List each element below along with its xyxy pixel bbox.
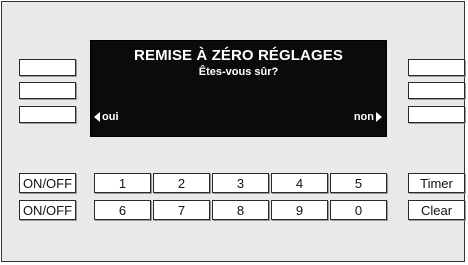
onoff-button-1[interactable]: ON/OFF: [19, 173, 76, 193]
timer-button[interactable]: Timer: [408, 173, 465, 193]
onoff-button-2[interactable]: ON/OFF: [19, 200, 76, 220]
left-soft-key-2[interactable]: [19, 82, 76, 99]
right-soft-key-2[interactable]: [408, 82, 465, 99]
left-soft-key-3[interactable]: [19, 106, 76, 123]
display-title: REMISE À ZÉRO RÉGLAGES: [134, 47, 343, 64]
display-subtitle: Êtes-vous sûr?: [198, 66, 279, 78]
soft-option-yes: oui: [94, 111, 119, 123]
triangle-right-icon: [376, 112, 382, 122]
left-soft-key-1[interactable]: [19, 59, 76, 76]
soft-option-no-label: non: [353, 111, 374, 123]
right-soft-key-1[interactable]: [408, 59, 465, 76]
key-5[interactable]: 5: [330, 173, 387, 193]
key-6[interactable]: 6: [94, 200, 151, 220]
key-3[interactable]: 3: [212, 173, 269, 193]
clear-button[interactable]: Clear: [408, 200, 465, 220]
soft-option-yes-label: oui: [102, 111, 119, 123]
display-screen: REMISE À ZÉRO RÉGLAGES Êtes-vous sûr? ou…: [90, 40, 387, 137]
soft-option-no: non: [354, 111, 382, 123]
oven-control-panel: REMISE À ZÉRO RÉGLAGES Êtes-vous sûr? ou…: [1, 1, 465, 262]
triangle-left-icon: [94, 112, 100, 122]
key-9[interactable]: 9: [271, 200, 328, 220]
key-1[interactable]: 1: [94, 173, 151, 193]
right-soft-key-3[interactable]: [408, 106, 465, 123]
key-2[interactable]: 2: [153, 173, 210, 193]
key-0[interactable]: 0: [330, 200, 387, 220]
key-7[interactable]: 7: [153, 200, 210, 220]
key-4[interactable]: 4: [271, 173, 328, 193]
key-8[interactable]: 8: [212, 200, 269, 220]
